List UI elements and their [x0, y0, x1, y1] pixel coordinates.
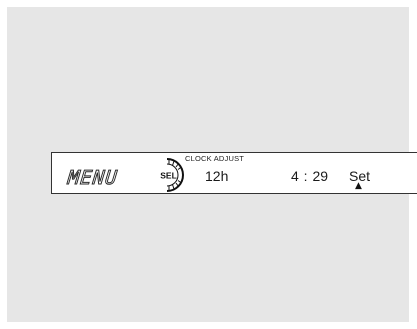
menu-label: MENU — [66, 167, 119, 190]
display-background: MENU SEL CLOCK ADJUST 12h 4 : 29 Set ▲ — [7, 7, 417, 322]
clock-adjust-title: CLOCK ADJUST — [185, 154, 245, 163]
hour-format-value[interactable]: 12h — [205, 168, 228, 184]
time-value[interactable]: 4 : 29 — [291, 168, 328, 184]
up-triangle-icon: ▲ — [355, 181, 362, 191]
lcd-panel: MENU SEL CLOCK ADJUST 12h 4 : 29 Set ▲ — [51, 152, 417, 194]
selector-label: SEL — [160, 171, 177, 181]
